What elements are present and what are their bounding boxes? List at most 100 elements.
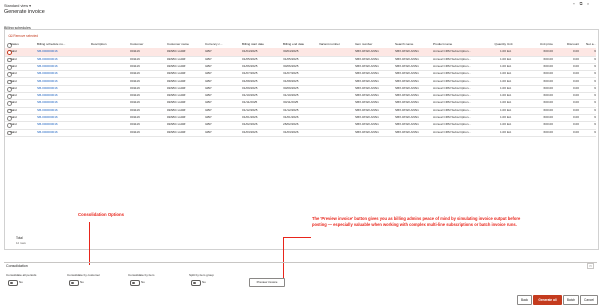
table-cell: ##ABC Ltd## [167,93,186,98]
table-cell [91,92,127,99]
table-cell: ##ABC Ltd## [167,129,186,134]
table-cell[interactable]: SB-000000016 [37,56,87,63]
table-cell: EA [507,129,512,134]
table-cell: 31/01/2026 [283,115,299,119]
table-cell: 31/08/2025 [283,78,299,83]
table-cell: 600.00 [543,85,553,90]
table-cell: Annual CRM Subscription... [433,122,472,127]
table-cell[interactable]: SB-000000016 [37,63,87,70]
column-header[interactable]: Net a... [582,41,596,48]
table-cell: 0.00 [572,115,579,119]
remove-selected-button[interactable]: ⌫ Remove selected [8,34,38,38]
table-cell: Valid [10,122,17,127]
table-cell[interactable]: SB-000000016 [37,48,87,55]
option-split-by-item-group-toggle[interactable] [191,280,201,286]
table-cell[interactable]: SB-000000016 [37,85,87,92]
table-cell: Valid [10,93,17,98]
total-rows: 12 rows [16,241,26,245]
table-cell [91,78,127,85]
table-cell: SBX-RNW-ANN1 [355,129,379,134]
table-cell: ##ABC Ltd## [167,71,186,76]
table-cell: 6 [594,78,596,83]
table-cell: 600.00 [543,129,553,134]
preview-invoice-button[interactable]: Preview invoice [249,278,285,287]
annotation-consolidation-options: Consolidation Options [78,212,125,217]
column-header[interactable]: Customer name [167,41,203,48]
table-cell: 0.00 [572,63,579,68]
back-button[interactable]: Back [517,295,532,305]
option-consolidate-by-item-toggle[interactable] [130,280,140,286]
table-cell: 1.00 [499,122,506,127]
column-header[interactable]: Search name [395,41,431,48]
table-cell: GBP [205,71,212,76]
table-cell[interactable]: SB-000000016 [37,99,87,106]
option-consolidate-all-periods-toggle[interactable] [8,280,18,286]
table-cell: 6 [594,129,596,134]
table-cell: 600.00 [543,63,553,68]
table-cell: EA [507,56,512,61]
table-cell [319,48,353,55]
table-cell [319,121,353,128]
table-cell: 6 [594,49,596,54]
column-header[interactable]: Billing end date [283,41,317,48]
popout-icon[interactable]: ⧉ [579,2,583,6]
table-cell: 31/07/2025 [283,71,299,76]
table-cell[interactable]: SB-000000016 [37,107,87,114]
column-header[interactable]: Customer [130,41,164,48]
table-cell: 001116 [130,129,140,134]
column-header[interactable]: Unit price [530,41,553,48]
table-cell[interactable]: SB-000000016 [37,129,87,136]
column-header[interactable]: Billing start date [242,41,280,48]
table-cell: Valid [10,100,17,105]
table-cell: Annual CRM Subscription... [433,49,472,54]
table-cell: 01/04/2025 [242,49,258,54]
table-cell[interactable]: SB-000000016 [37,114,87,121]
table-row[interactable]: Valid SB-000000016 001116 ##ABC Ltd## GBP 01/… [5,129,596,137]
table-cell: 0.00 [572,49,579,54]
page-title: Generate invoice [4,9,45,15]
table-cell: 01/02/2026 [242,122,258,127]
table-cell: 01/11/2025 [242,100,258,105]
table-cell: 31/12/2025 [283,107,299,112]
table-cell: 01/09/2025 [242,85,258,90]
table-cell: ##ABC Ltd## [167,49,186,54]
table-cell[interactable]: SB-000000016 [37,70,87,77]
column-header[interactable]: Currency c... [205,41,239,48]
table-cell: 01/12/2025 [242,107,258,112]
table-cell: 6 [594,107,596,112]
table-cell: ##ABC Ltd## [167,63,186,68]
column-header[interactable]: Item number [355,41,393,48]
table-cell: ##ABC Ltd## [167,122,186,127]
consolidation-title: Consolidation [6,264,28,268]
table-cell: 1.00 [499,56,506,61]
table-cell: 01/08/2025 [242,78,258,83]
table-cell [319,63,353,70]
table-cell: 0.00 [572,100,579,105]
column-header[interactable]: Unit [507,41,521,48]
column-header[interactable]: Status [10,41,34,48]
collapse-icon[interactable]: ▭ [587,263,594,269]
table-cell [319,78,353,85]
batch-button[interactable]: Batch [563,295,579,305]
total-label: Total [16,236,23,240]
table-cell: Annual CRM Subscription... [433,107,472,112]
table-cell [319,56,353,63]
generate-all-button[interactable]: Generate all [533,295,562,305]
column-header[interactable]: Description [91,41,127,48]
close-icon[interactable]: × [586,2,590,6]
table-cell [91,121,127,128]
column-header[interactable]: Product name [433,41,477,48]
table-cell[interactable]: SB-000000016 [37,121,87,128]
cancel-button[interactable]: Cancel [580,295,598,305]
column-header[interactable]: Variant number [319,41,353,48]
table-cell: 6 [594,115,596,119]
link-icon[interactable]: ⌁ [572,2,576,6]
column-header[interactable]: Quantity [481,41,506,48]
table-cell[interactable]: SB-000000016 [37,92,87,99]
column-header[interactable]: Discount [563,41,579,48]
table-cell: Valid [10,71,17,76]
column-header[interactable]: Billing schedule nu... [37,41,87,48]
option-consolidate-by-customer-toggle[interactable] [69,280,79,286]
table-cell[interactable]: SB-000000016 [37,78,87,85]
view-selector[interactable]: Standard view ▾ [4,3,31,8]
